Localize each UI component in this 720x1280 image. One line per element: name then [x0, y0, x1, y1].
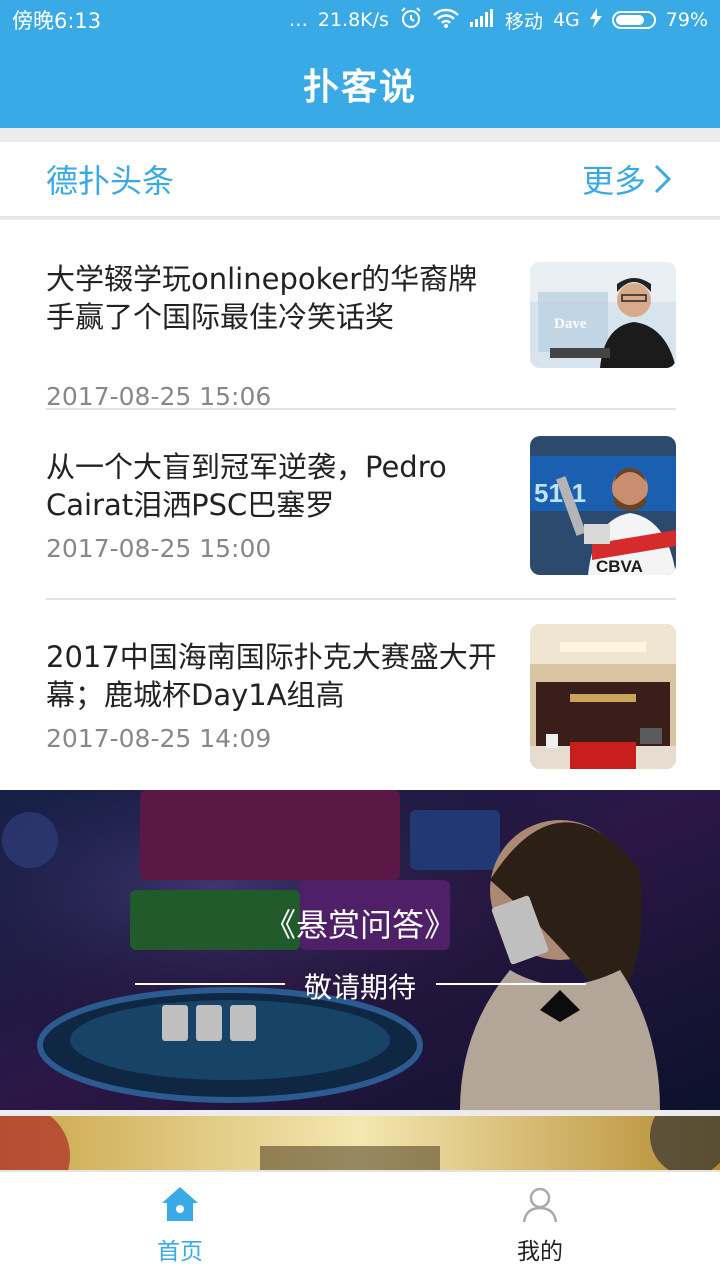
banner-secondary-artwork	[0, 1116, 720, 1170]
news-thumbnail	[530, 624, 676, 769]
battery-icon	[611, 11, 656, 29]
promo-banner[interactable]: 《悬赏问答》 敬请期待	[0, 790, 720, 1110]
banner-artwork	[0, 790, 720, 1110]
more-label: 更多	[581, 162, 646, 200]
news-time: 2017-08-25 15:06	[46, 382, 272, 411]
list-divider	[46, 598, 676, 600]
carrier-name: 移动	[504, 10, 543, 33]
status-time: 傍晚6:13	[12, 9, 102, 33]
charging-icon	[589, 7, 602, 33]
tab-home[interactable]: 首页	[80, 1184, 280, 1266]
news-title: 大学辍学玩onlinepoker的华裔牌手赢了个国际最佳冷笑话奖	[46, 262, 478, 334]
bottom-tab-bar: 首页 我的	[0, 1170, 720, 1280]
news-time: 2017-08-25 15:00	[46, 534, 272, 563]
news-item[interactable]: 大学辍学玩onlinepoker的华裔牌手赢了个国际最佳冷笑话奖 2017-08…	[46, 260, 676, 448]
wifi-icon	[433, 7, 459, 34]
banner-title: 《悬赏问答》	[263, 906, 456, 944]
app-header: 扑客说	[0, 40, 720, 128]
alarm-icon	[399, 6, 423, 35]
page-title: 扑客说	[302, 67, 417, 108]
more-button[interactable]: 更多	[582, 156, 674, 202]
news-item[interactable]: 从一个大盲到冠军逆袭，Pedro Cairat泪洒PSC巴塞罗 2017-08-…	[46, 436, 676, 636]
news-title: 2017中国海南国际扑克大赛盛大开幕；鹿城杯Day1A组高	[46, 640, 497, 712]
list-divider	[46, 408, 676, 410]
section-header: 德扑头条 更多	[0, 142, 720, 218]
news-title: 从一个大盲到冠军逆袭，Pedro Cairat泪洒PSC巴塞罗	[46, 450, 447, 522]
chevron-right-icon	[654, 164, 672, 194]
thumb-text: Dave	[554, 316, 587, 332]
signal-icon	[469, 8, 495, 33]
tab-home-label: 首页	[157, 1239, 203, 1265]
network-speed: 21.8K/s	[317, 9, 389, 31]
thumb-text: CBVA	[596, 557, 643, 575]
battery-percent: 79%	[665, 9, 708, 31]
status-indicators: … 21.8K/s 移动 4G 79%	[289, 6, 708, 35]
banner-subtitle: 敬请期待	[303, 971, 416, 1004]
user-icon	[522, 1187, 558, 1223]
tab-profile[interactable]: 我的	[440, 1184, 640, 1266]
promo-banner-secondary[interactable]	[0, 1116, 720, 1170]
tab-profile-label: 我的	[517, 1239, 563, 1265]
home-icon	[162, 1187, 198, 1221]
banner-subtitle-line-right	[436, 983, 586, 985]
status-bar: 傍晚6:13 … 21.8K/s 移动 4G 79%	[0, 0, 720, 40]
news-thumbnail: Dave	[530, 262, 676, 368]
news-list: 大学辍学玩onlinepoker的华裔牌手赢了个国际最佳冷笑话奖 2017-08…	[0, 220, 720, 790]
news-thumbnail: 51:1 CBVA	[530, 436, 676, 575]
section-title: 德扑头条	[46, 162, 175, 200]
network-type: 4G	[552, 9, 580, 31]
more-dots: …	[288, 9, 308, 31]
news-time: 2017-08-25 14:09	[46, 724, 272, 753]
